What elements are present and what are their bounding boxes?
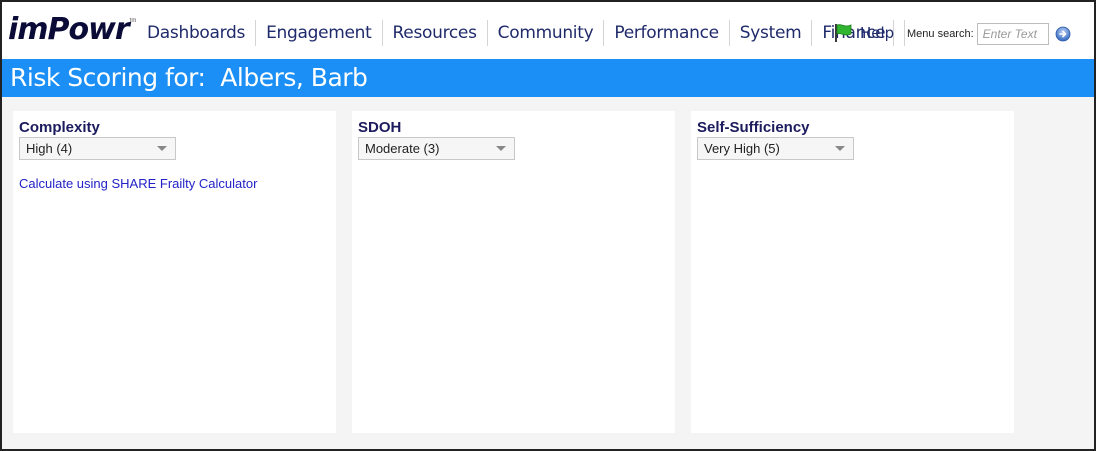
- logo-text: imPowr: [8, 12, 130, 47]
- nav-item-dashboards[interactable]: Dashboards: [135, 20, 257, 46]
- menu-search: Menu search:: [907, 23, 1071, 45]
- nav-item-community[interactable]: Community: [488, 20, 605, 46]
- self-sufficiency-panel: Self-Sufficiency Very High (5): [691, 111, 1014, 433]
- nav-item-performance[interactable]: Performance: [604, 20, 730, 46]
- chevron-down-icon: [157, 146, 167, 151]
- chevron-down-icon: [835, 146, 845, 151]
- sdoh-select[interactable]: Moderate (3): [358, 137, 515, 160]
- menu-search-label: Menu search:: [907, 28, 974, 40]
- nav-item-system[interactable]: System: [730, 20, 813, 46]
- self-sufficiency-selected-value: Very High (5): [704, 141, 780, 156]
- flag-icon: [833, 23, 853, 43]
- page-title: Risk Scoring for: Albers, Barb: [2, 59, 1094, 97]
- complexity-title: Complexity: [19, 119, 100, 136]
- chevron-down-icon: [496, 146, 506, 151]
- top-navigation: imPowr tm Dashboards Engagement Resource…: [2, 2, 1094, 59]
- nav-item-resources[interactable]: Resources: [383, 20, 488, 46]
- self-sufficiency-title: Self-Sufficiency: [697, 119, 810, 136]
- complexity-select[interactable]: High (4): [19, 137, 176, 160]
- help-link[interactable]: Help: [833, 20, 906, 46]
- sdoh-panel: SDOH Moderate (3): [352, 111, 675, 433]
- go-arrow-icon[interactable]: [1055, 26, 1071, 42]
- self-sufficiency-select[interactable]: Very High (5): [697, 137, 854, 160]
- sdoh-selected-value: Moderate (3): [365, 141, 440, 156]
- menu-search-input[interactable]: [976, 23, 1049, 45]
- impowr-logo[interactable]: imPowr tm: [8, 12, 136, 48]
- sdoh-title: SDOH: [358, 119, 402, 136]
- complexity-panel: Complexity High (4) Calculate using SHAR…: [13, 111, 336, 433]
- main-menu: Dashboards Engagement Resources Communit…: [135, 20, 895, 46]
- share-frailty-calculator-link[interactable]: Calculate using SHARE Frailty Calculator: [19, 176, 330, 191]
- complexity-selected-value: High (4): [26, 141, 73, 156]
- nav-item-engagement[interactable]: Engagement: [256, 20, 383, 46]
- help-label: Help: [860, 24, 895, 42]
- app-window: imPowr tm Dashboards Engagement Resource…: [0, 0, 1096, 451]
